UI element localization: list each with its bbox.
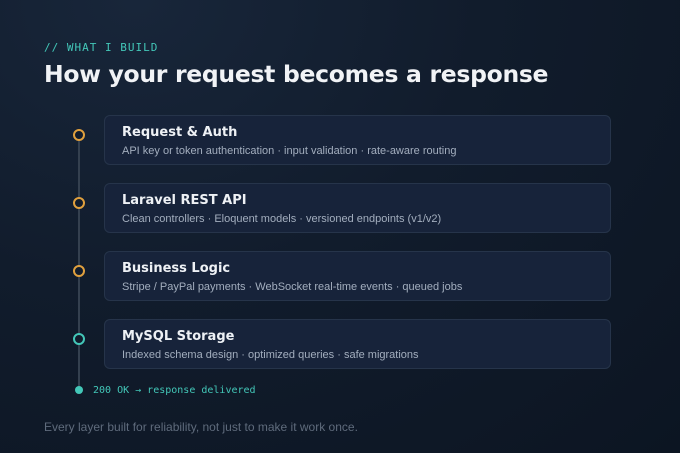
step-subtitle: API key or token authentication · input … — [122, 145, 457, 157]
step-subtitle: Indexed schema design · optimized querie… — [122, 349, 419, 361]
step-title: Laravel REST API — [122, 193, 247, 208]
step-title: Business Logic — [122, 261, 231, 276]
step-card-mysql-storage: MySQL Storage Indexed schema design · op… — [104, 319, 611, 369]
step-title: Request & Auth — [122, 125, 238, 140]
page-title: How your request becomes a response — [44, 60, 549, 88]
step-subtitle: Clean controllers · Eloquent models · ve… — [122, 213, 442, 225]
footer-note: Every layer built for reliability, not j… — [44, 420, 358, 434]
timeline-node-request-auth — [73, 129, 85, 141]
step-card-business-logic: Business Logic Stripe / PayPal payments … — [104, 251, 611, 301]
timeline-node-business-logic — [73, 265, 85, 277]
timeline-end-dot — [75, 386, 83, 394]
step-subtitle: Stripe / PayPal payments · WebSocket rea… — [122, 281, 463, 293]
timeline-node-rest-api — [73, 197, 85, 209]
step-card-request-auth: Request & Auth API key or token authenti… — [104, 115, 611, 165]
step-title: MySQL Storage — [122, 329, 235, 344]
timeline-node-mysql-storage — [73, 333, 85, 345]
step-card-rest-api: Laravel REST API Clean controllers · Elo… — [104, 183, 611, 233]
timeline-rail — [78, 140, 80, 388]
response-status: 200 OK → response delivered — [93, 385, 256, 396]
section-eyebrow: // WHAT I BUILD — [44, 41, 159, 54]
